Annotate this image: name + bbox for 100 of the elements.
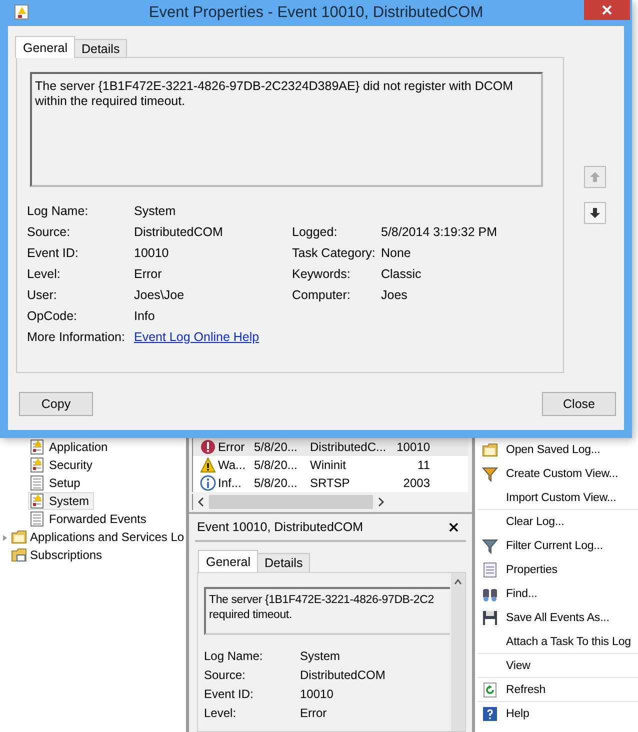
tab[interactable]: General [198,550,258,572]
action-item[interactable]: Open Saved Log... [478,438,638,462]
field-label: Task Category: [292,246,376,260]
field-label: More Information: [27,330,126,344]
tab[interactable]: Details [257,553,310,572]
field-value: 10010 [300,687,334,701]
pane-title: Event 10010, DistributedCOM [197,520,364,534]
event-row[interactable]: Wa... 5/8/20... Wininit 11 [193,456,468,474]
app-icon [14,4,30,20]
binoculars-icon [482,586,498,602]
field-label: User: [27,288,58,302]
tree-item[interactable]: Security [28,456,98,474]
field-label: Log Name: [27,204,90,218]
subscriptions-icon [11,547,27,563]
refresh-icon [482,682,498,698]
field-value: 10010 [134,246,170,260]
warning-icon [200,457,216,473]
log-icon [29,511,45,527]
field-label: Event ID: [27,246,80,260]
action-item[interactable]: Filter Current Log... [478,534,638,558]
tree-item[interactable]: Subscriptions [30,548,102,562]
folder-icon [11,529,27,545]
action-item[interactable]: Attach a Task To this Log [478,630,638,654]
event-id-cell-text: 11 [416,458,430,472]
field-label: Level: [27,266,62,280]
field-label: Event ID: [204,687,254,701]
source-cell-text: Wininit [310,458,348,472]
help-icon [482,706,498,722]
event-message: The server {1B1F472E-3221-4826-97DB-2C2324D389AE} did not register with DCOM within the required timeout. [30,72,543,187]
field-value: System [300,649,342,663]
scroll-right-icon [377,497,385,507]
up-arrow-icon [589,171,601,183]
field-value: Error [134,266,163,280]
action-item[interactable]: Clear Log... [478,510,638,534]
field-value: Joes\Joe [134,288,186,302]
help-link[interactable]: Event Log Online Help [134,330,292,344]
vertical-scrollbar[interactable] [451,573,465,731]
level-cell-text: Wa... [218,458,247,472]
event-id-cell-text: 2003 [402,476,430,490]
tree-item[interactable]: Application [28,438,113,456]
action-item[interactable]: Properties [478,558,638,582]
source-cell-text: DistributedC... [310,440,388,454]
tree-item[interactable]: Forwarded Events [28,510,152,528]
down-arrow-icon [589,207,601,219]
field-label: Source: [204,668,246,682]
action-item[interactable]: Import Custom View... [478,486,638,510]
close-button[interactable]: × [441,518,466,536]
log-icon [29,475,45,491]
field-value: None [381,246,412,260]
level-cell-text: Inf... [218,476,242,490]
action-item[interactable]: Refresh [478,678,638,702]
action-item[interactable]: Find... [478,582,638,606]
action-item[interactable]: Help [478,702,638,726]
event-row[interactable]: Inf... 5/8/20... SRTSP 2003 [193,474,468,492]
date-cell-text: 5/8/20... [254,458,298,472]
log-warning-icon [29,457,45,473]
tab[interactable]: Details [74,39,127,58]
field-value: Classic [381,266,422,280]
field-value: DistributedCOM [134,224,224,238]
scroll-left-icon [197,497,205,507]
tab[interactable]: General [15,36,76,58]
log-warning-icon [29,493,45,509]
field-label: Source: [27,224,72,238]
tree-item[interactable]: Setup [28,474,86,492]
next-event-button[interactable] [584,202,606,224]
field-label: OpCode: [27,308,78,322]
tree-item[interactable]: System [28,492,94,510]
action-item[interactable]: Create Custom View... [478,462,638,486]
date-cell-text: 5/8/20... [254,440,298,454]
field-label: Level: [204,706,238,720]
funnel-icon [482,538,498,554]
properties-icon [482,562,498,578]
field-value: DistributedCOM [300,668,386,682]
error-icon [200,439,216,455]
event-id-cell-text: 10010 [396,440,430,454]
field-value: 5/8/2014 3:19:32 PM [381,224,498,238]
close-icon [602,5,612,15]
level-cell-text: Error [218,440,246,454]
folder-icon [482,442,498,458]
action-item[interactable]: View [478,654,638,678]
field-label: Keywords: [292,266,352,280]
close-button[interactable] [584,0,630,20]
field-value: Info [134,308,156,322]
field-label: Log Name: [204,649,264,663]
date-cell-text: 5/8/20... [254,476,298,490]
field-value: Error [300,706,328,720]
tree-item[interactable]: Applications and Services Lo [30,530,184,544]
event-message: The server {1B1F472E-3221-4826-97DB-2C2 required timeout. [204,587,450,635]
scroll-up-icon [454,579,462,585]
previous-event-button[interactable] [584,166,606,188]
dialog-button[interactable]: Copy [19,392,93,416]
source-cell-text: SRTSP [310,476,351,490]
action-item[interactable]: Save All Events As... [478,606,638,630]
field-value: Joes [381,288,408,302]
field-label: Logged: [292,224,338,238]
field-value: System [134,204,177,218]
dialog-button[interactable]: Close [542,392,616,416]
field-label: Computer: [292,288,352,302]
funnel-icon [482,466,498,482]
event-row[interactable]: Error 5/8/20... DistributedC... 10010 [193,438,468,456]
